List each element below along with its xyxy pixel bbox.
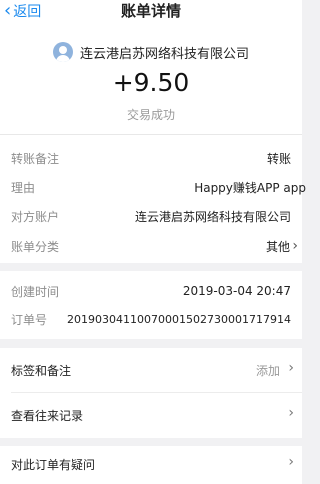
details-section: 转账备注 转账 理由 Happy赚钱APP app 对方账户 连云港启苏网络科技…: [0, 134, 306, 263]
action-label: 标签和备注: [11, 364, 72, 378]
detail-value: Happy赚钱APP app: [194, 180, 306, 195]
detail-label: 转账备注: [11, 151, 60, 166]
actions-section: 标签和备注 添加 › 查看往来记录 ›: [0, 348, 302, 438]
meta-row-created: 创建时间 2019-03-04 20:47: [0, 279, 302, 303]
amount: +9.50: [112, 68, 190, 97]
merchant-row: 连云港启苏网络科技有限公司: [0, 42, 302, 62]
detail-value: 其他: [265, 239, 290, 254]
detail-row-note: 转账备注 转账: [0, 146, 302, 170]
detail-label: 理由: [11, 180, 36, 195]
add-link[interactable]: 添加: [256, 362, 280, 379]
meta-row-order: 订单号 20190304110070001502730001717914: [0, 307, 302, 331]
meta-label: 订单号: [11, 312, 48, 327]
meta-label: 创建时间: [11, 284, 60, 299]
action-label: 查看往来记录: [11, 409, 84, 423]
page-title: 账单详情: [120, 2, 181, 20]
transaction-status: 交易成功: [126, 108, 175, 122]
meta-section: 创建时间 2019-03-04 20:47 订单号 20190304110070…: [0, 271, 302, 339]
merchant-name: 连云港启苏网络科技有限公司: [79, 46, 249, 62]
chevron-right-icon: ›: [288, 405, 294, 421]
detail-label: 账单分类: [11, 239, 60, 254]
detail-row-category[interactable]: 账单分类 其他 ›: [0, 234, 302, 258]
chevron-right-icon: ›: [288, 360, 294, 376]
detail-value: 连云港启苏网络科技有限公司: [134, 209, 291, 224]
detail-row-counterparty: 对方账户 连云港启苏网络科技有限公司: [0, 204, 302, 228]
chevron-right-icon: ›: [288, 454, 294, 470]
detail-label: 对方账户: [11, 209, 60, 224]
history-row[interactable]: 查看往来记录 ›: [0, 393, 302, 437]
question-section[interactable]: 对此订单有疑问 ›: [0, 446, 302, 484]
detail-value: 转账: [266, 151, 291, 166]
meta-value: 20190304110070001502730001717914: [67, 312, 291, 326]
detail-row-reason: 理由 Happy赚钱APP app: [0, 175, 306, 199]
question-label: 对此订单有疑问: [11, 458, 96, 472]
tags-notes-row[interactable]: 标签和备注 添加 ›: [0, 348, 302, 392]
chevron-right-icon: ›: [292, 238, 298, 254]
meta-value: 2019-03-04 20:47: [182, 284, 291, 298]
user-avatar-icon: [52, 42, 73, 62]
bill-header: 连云港启苏网络科技有限公司 +9.50 交易成功: [0, 22, 302, 134]
nav-bar: ‹ 返回 账单详情: [0, 0, 302, 22]
